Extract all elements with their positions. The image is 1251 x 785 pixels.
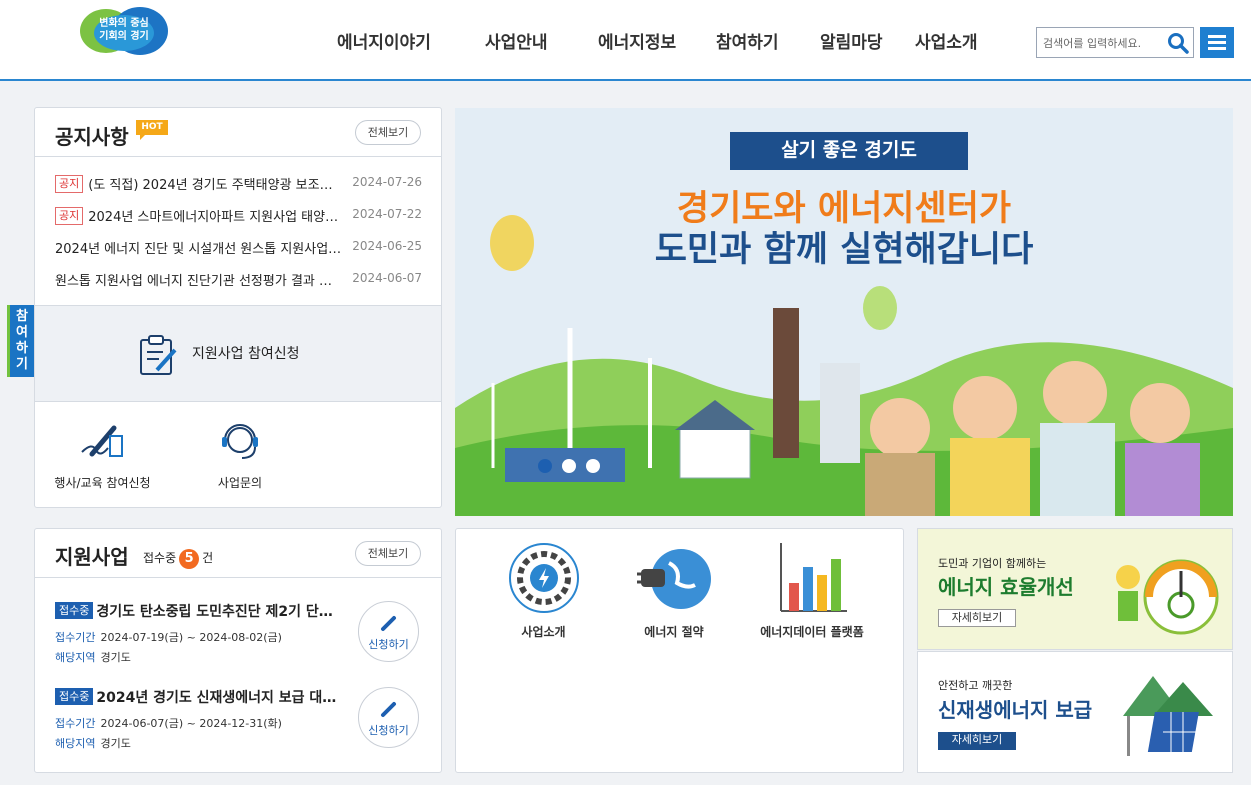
notice-item-text: 2024년 에너지 진단 및 시설개선 원스톱 지원사업…	[55, 242, 342, 257]
pencil-icon	[380, 700, 398, 722]
gear-bolt-icon	[505, 539, 583, 617]
clipboard-icon	[135, 334, 179, 382]
apply-button[interactable]: 신청하기	[358, 687, 419, 748]
bar-chart-icon	[773, 539, 851, 617]
icon-link-panel: 사업소개 에너지 절약 에너지데이터 플랫폼	[455, 528, 904, 773]
main-banner[interactable]: 살기 좋은 경기도 경기도와 에너지센터가 도민과 함께 실현해갑니다	[455, 108, 1233, 516]
notice-item[interactable]: 2024년 에너지 진단 및 시설개선 원스톱 지원사업… 2024-06-25	[55, 238, 422, 258]
support-apply-button[interactable]: 지원사업 참여신청	[35, 305, 441, 402]
count-prefix: 접수중	[143, 551, 177, 565]
banner-headline-2: 도민과 함께 실현해갑니다	[654, 230, 1034, 270]
solar-panel-icon	[1113, 666, 1221, 768]
energy-data-platform-link[interactable]: 에너지데이터 플랫폼	[746, 539, 878, 639]
side-participate-tab[interactable]: 참 여 하 기	[7, 305, 34, 377]
nav-business-guide[interactable]: 사업안내	[485, 28, 548, 53]
promo-sub: 도민과 기업이 함께하는	[938, 557, 1047, 570]
event-apply-link[interactable]: 행사/교육 참여신청	[45, 418, 160, 491]
icon-label: 사업소개	[521, 625, 566, 639]
side-tab-char: 기	[16, 357, 28, 372]
notice-tag: 공지	[55, 174, 84, 193]
search-input[interactable]	[1043, 34, 1161, 52]
promo-renewable[interactable]: 안전하고 깨끗한 신재생에너지 보급 자세히보기	[917, 651, 1233, 773]
nav-energy-info[interactable]: 에너지정보	[598, 28, 676, 53]
divider	[35, 577, 441, 578]
side-tab-char: 하	[16, 341, 28, 356]
apply-label: 신청하기	[368, 724, 409, 737]
nav-business-intro[interactable]: 사업소개	[915, 28, 978, 53]
notice-item-text: 원스톱 지원사업 에너지 진단기관 선정평가 결과 …	[55, 274, 332, 289]
banner-ribbon: 살기 좋은 경기도	[730, 132, 968, 170]
notice-date: 2024-07-26	[352, 175, 422, 189]
apply-label: 신청하기	[368, 638, 409, 651]
divider	[35, 156, 441, 157]
side-tab-char: 여	[16, 325, 28, 340]
search-icon[interactable]	[1167, 32, 1189, 54]
nav-participate[interactable]: 참여하기	[716, 28, 779, 53]
support-count: 접수중 5 건	[143, 549, 213, 569]
nav-notice-board[interactable]: 알림마당	[820, 28, 883, 53]
notice-title: 공지사항	[55, 125, 129, 149]
promo-more-button[interactable]: 자세히보기	[938, 732, 1016, 750]
efficiency-gauge-icon	[1106, 549, 1221, 641]
status-badge: 접수중	[55, 688, 94, 705]
count-badge: 5	[179, 549, 200, 569]
support-more-button[interactable]: 전체보기	[355, 541, 421, 566]
icon-label: 에너지 절약	[644, 625, 704, 639]
pen-sign-icon	[78, 418, 128, 466]
business-inquiry-link[interactable]: 사업문의	[185, 418, 295, 491]
nav-energy-story[interactable]: 에너지이야기	[337, 28, 431, 53]
notice-more-button[interactable]: 전체보기	[355, 120, 421, 145]
promo-sub: 안전하고 깨끗한	[938, 679, 1013, 692]
support-title: 지원사업	[55, 545, 129, 569]
support-item-title: 경기도 탄소중립 도민추진단 제2기 단…	[96, 603, 333, 620]
notice-item-text: 2024년 스마트에너지아파트 지원사업 태양…	[88, 210, 339, 225]
notice-date: 2024-06-07	[352, 271, 422, 285]
promo-efficiency[interactable]: 도민과 기업이 함께하는 에너지 효율개선 자세히보기	[917, 528, 1233, 650]
notice-item[interactable]: 공지 (도 직접) 2024년 경기도 주택태양광 보조… 2024-07-26	[55, 174, 422, 194]
banner-dot-1[interactable]	[538, 459, 552, 473]
logo-text: 변화의 중심 기회의 경기	[99, 18, 149, 42]
side-tab-char: 참	[16, 309, 28, 324]
support-panel: 지원사업 접수중 5 건 전체보기 접수중 경기도 탄소중립 도민추진단 제2기 단……	[34, 528, 442, 773]
plug-earth-icon	[635, 539, 713, 617]
promo-main: 신재생에너지 보급	[938, 698, 1093, 722]
event-apply-label: 행사/교육 참여신청	[54, 476, 151, 490]
notice-date: 2024-07-22	[352, 207, 422, 221]
promo-more-button[interactable]: 자세히보기	[938, 609, 1016, 627]
site-header: 변화의 중심 기회의 경기 에너지이야기 사업안내 에너지정보 참여하기 알림마…	[0, 0, 1251, 81]
support-apply-label: 지원사업 참여신청	[192, 346, 300, 362]
site-logo[interactable]: 변화의 중심 기회의 경기	[78, 5, 170, 57]
notice-tag: 공지	[55, 206, 84, 225]
count-suffix: 건	[202, 551, 214, 565]
support-item-title: 2024년 경기도 신재생에너지 보급 대…	[96, 689, 337, 706]
banner-dot-2[interactable]	[562, 459, 576, 473]
hot-badge: HOT	[136, 120, 168, 140]
notice-item-text: (도 직접) 2024년 경기도 주택태양광 보조…	[88, 178, 333, 193]
energy-saving-link[interactable]: 에너지 절약	[624, 539, 724, 639]
notice-panel: 공지사항 HOT 전체보기 공지 (도 직접) 2024년 경기도 주택태양광 보…	[34, 107, 442, 508]
icon-label: 에너지데이터 플랫폼	[760, 625, 864, 639]
headset-icon	[215, 418, 265, 466]
business-intro-link[interactable]: 사업소개	[496, 539, 591, 639]
search-box	[1036, 27, 1194, 58]
apply-button[interactable]: 신청하기	[358, 601, 419, 662]
business-inquiry-label: 사업문의	[217, 476, 263, 490]
pencil-icon	[380, 614, 398, 636]
notice-item[interactable]: 원스톱 지원사업 에너지 진단기관 선정평가 결과 … 2024-06-07	[55, 270, 422, 290]
status-badge: 접수중	[55, 602, 94, 619]
banner-dot-3[interactable]	[586, 459, 600, 473]
notice-date: 2024-06-25	[352, 239, 422, 253]
notice-item[interactable]: 공지 2024년 스마트에너지아파트 지원사업 태양… 2024-07-22	[55, 206, 422, 226]
promo-main: 에너지 효율개선	[938, 575, 1074, 599]
hamburger-menu-icon[interactable]	[1200, 27, 1234, 58]
